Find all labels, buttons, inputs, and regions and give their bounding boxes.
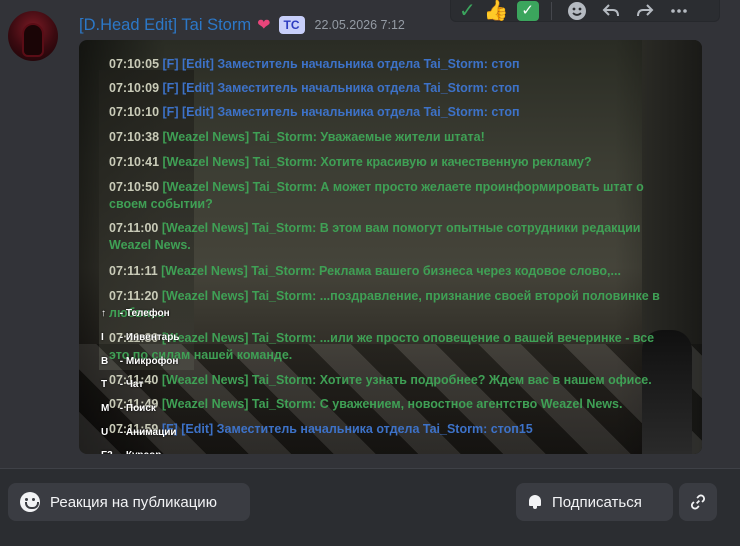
toolbar-divider <box>550 1 552 20</box>
chat-line: 07:10:10 [F] [Edit] Заместитель начальни… <box>109 104 689 121</box>
copy-link-button[interactable] <box>679 483 717 521</box>
chat-text: [Weazel News] Tai_Storm: Уважаемые жител… <box>162 130 485 144</box>
chat-time: 07:11:11 <box>109 264 162 278</box>
hud-key: F2 <box>101 450 117 454</box>
subscribe-button[interactable]: Подписаться <box>516 483 673 521</box>
chat-text: [F] [Edit] Заместитель начальника отдела… <box>162 81 520 95</box>
chat-text: [Weazel News] Tai_Storm: ...или же прост… <box>161 331 655 345</box>
hud-key: M <box>101 403 110 414</box>
chat-line: 07:10:38 [Weazel News] Tai_Storm: Уважае… <box>109 129 689 146</box>
chat-line: 07:11:49 [Weazel News] Tai_Storm: С уваж… <box>109 396 689 413</box>
message: [D.Head Edit] Tai Storm ❤ TC 22.05.2026 … <box>0 0 740 468</box>
hud-label: - Телефон <box>117 308 170 319</box>
chat-text: [F] [Edit] Заместитель начальника отдела… <box>162 105 520 119</box>
heart-icon: ❤ <box>257 17 271 34</box>
chat-text: [Weazel News] Tai_Storm: Хотите узнать п… <box>161 373 652 387</box>
hud-key: T <box>101 379 108 390</box>
avatar[interactable] <box>8 11 58 61</box>
chat-text-continued: любви,... <box>109 306 165 320</box>
hud-key: B <box>101 356 109 367</box>
chat-text: [Weazel News] Tai_Storm: А может просто … <box>162 180 644 194</box>
chat-time: 07:10:05 <box>109 57 163 71</box>
chat-line: 07:11:00 [Weazel News] Tai_Storm: В этом… <box>109 220 689 254</box>
chat-line: 07:11:40 [Weazel News] Tai_Storm: Хотите… <box>109 372 689 389</box>
message-toolbar: ✓ 👍 ✓ <box>450 0 720 22</box>
chat-line: 07:11:59 [F] [Edit] Заместитель начальни… <box>109 421 689 438</box>
hud-keybind: B - Микрофон <box>101 356 178 368</box>
chat-time: 07:11:20 <box>109 289 162 303</box>
chat-time: 07:10:38 <box>109 130 163 144</box>
hud-keybind: T - Чат <box>101 379 143 391</box>
chat-line: 07:11:11 [Weazel News] Tai_Storm: Реклам… <box>109 263 689 280</box>
react-label: Реакция на публикацию <box>50 493 217 511</box>
chat-text: [F] [Edit] Заместитель начальника отдела… <box>162 57 520 71</box>
chat-line: 07:10:41 [Weazel News] Tai_Storm: Хотите… <box>109 154 689 171</box>
hud-key: ↑ <box>101 308 106 319</box>
hud-label: - Курсор <box>117 450 162 454</box>
check-reaction-icon[interactable]: ✓ <box>459 1 476 21</box>
hud-keybind: I - Инвентарь <box>101 332 179 344</box>
hud-keybind: ↑ - Телефон <box>101 308 170 320</box>
check-box-reaction-icon[interactable]: ✓ <box>516 0 539 21</box>
subscribe-label: Подписаться <box>552 493 642 511</box>
chat-text-continued: своем событии? <box>109 197 213 211</box>
more-options-icon[interactable] <box>666 1 692 21</box>
timestamp: 22.05.2026 7:12 <box>314 18 405 32</box>
hud-keybind: M - Поиск <box>101 403 156 415</box>
chat-text: [Weazel News] Tai_Storm: ...поздравление… <box>161 289 660 303</box>
forward-icon[interactable] <box>632 1 658 21</box>
hud-key: U <box>101 427 109 438</box>
chat-text: [Weazel News] Tai_Storm: В этом вам помо… <box>161 221 641 235</box>
chat-line: 07:11:30 [Weazel News] Tai_Storm: ...или… <box>109 330 689 364</box>
chat-time: 07:10:09 <box>109 81 163 95</box>
chat-time: 07:10:41 <box>109 155 163 169</box>
server-tag[interactable]: TC <box>278 16 305 34</box>
bell-icon <box>528 494 542 510</box>
hud-label: - Инвентарь <box>117 332 180 343</box>
chat-line: 07:11:20 [Weazel News] Tai_Storm: ...поз… <box>109 288 689 322</box>
hud-label: - Поиск <box>117 403 156 414</box>
hud-keybind: F2 - Курсор <box>101 450 161 454</box>
hud-label: - Чат <box>117 379 144 390</box>
bottom-bar: Реакция на публикацию Подписаться <box>0 468 740 546</box>
hud-keybind: U - Анимации <box>101 427 177 439</box>
react-button[interactable]: Реакция на публикацию <box>8 483 250 521</box>
chat-time: 07:10:50 <box>109 180 163 194</box>
add-reaction-icon[interactable] <box>564 1 590 21</box>
chat-line: 07:10:05 [F] [Edit] Заместитель начальни… <box>109 56 689 73</box>
thumbs-up-reaction-icon[interactable]: 👍 <box>484 1 509 21</box>
chat-time: 07:10:10 <box>109 105 163 119</box>
link-icon <box>691 494 705 510</box>
chat-text: [Weazel News] Tai_Storm: Реклама вашего … <box>161 264 621 278</box>
game-screenshot[interactable]: 07:10:05 [F] [Edit] Заместитель начальни… <box>79 40 702 454</box>
chat-text-continued: это по силам нашей команде. <box>109 348 293 362</box>
author-name[interactable]: [D.Head Edit] Tai Storm <box>79 16 251 35</box>
chat-line: 07:10:50 [Weazel News] Tai_Storm: А може… <box>109 179 689 213</box>
message-header: [D.Head Edit] Tai Storm ❤ TC 22.05.2026 … <box>79 12 405 38</box>
hud-label: - Микрофон <box>117 356 179 367</box>
chat-text: [Weazel News] Tai_Storm: Хотите красивую… <box>162 155 592 169</box>
chat-text: [Weazel News] Tai_Storm: С уважением, но… <box>161 397 623 411</box>
reply-icon[interactable] <box>598 1 624 21</box>
chat-time: 07:11:00 <box>109 221 162 235</box>
hud-label: - Анимации <box>117 427 177 438</box>
smile-icon <box>20 492 40 512</box>
chat-text: [F] [Edit] Заместитель начальника отдела… <box>161 422 533 436</box>
chat-text-continued: Weazel News. <box>109 238 191 252</box>
chat-line: 07:10:09 [F] [Edit] Заместитель начальни… <box>109 80 689 97</box>
hud-key: I <box>101 332 104 343</box>
